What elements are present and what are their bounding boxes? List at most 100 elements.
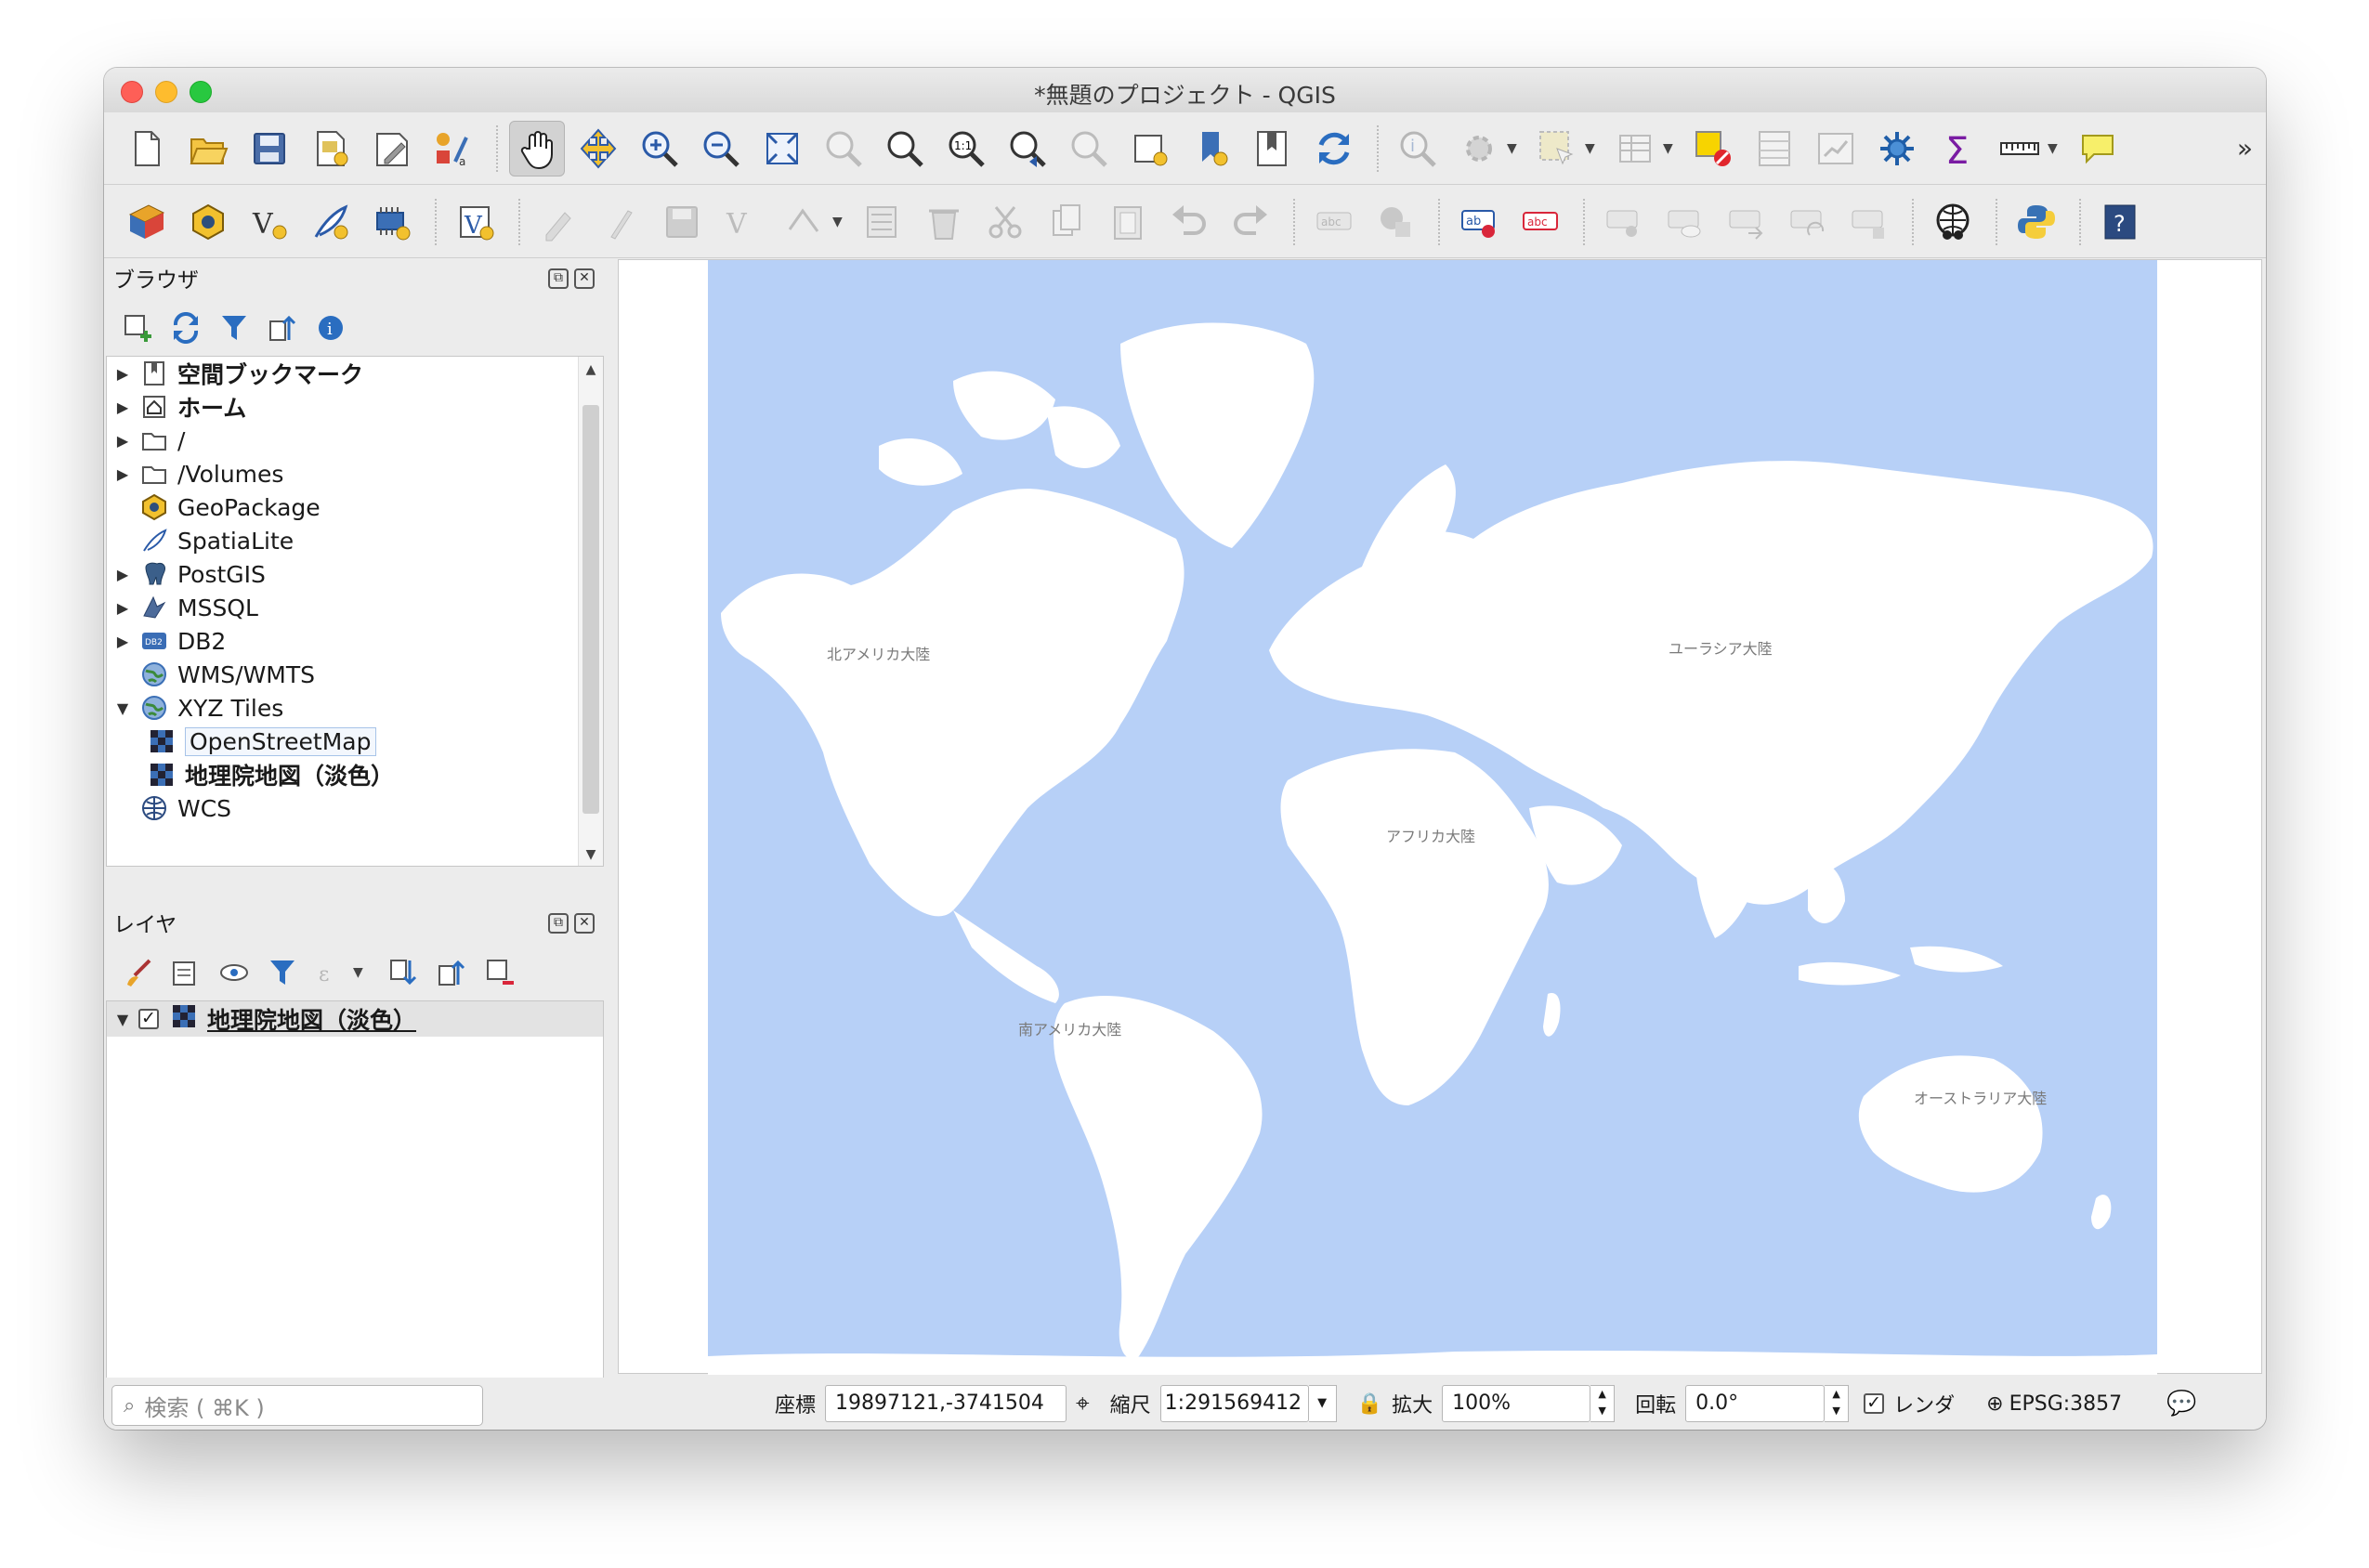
vertex-dropdown-caret[interactable]: ▼ xyxy=(832,215,845,229)
map-tips-icon[interactable] xyxy=(2070,121,2126,176)
layout-manager-icon[interactable] xyxy=(364,121,420,176)
plugin-globe-icon[interactable] xyxy=(1925,194,1981,250)
layer-visibility-checkbox[interactable]: ✓ xyxy=(138,1009,159,1029)
show-hide-labels-icon[interactable] xyxy=(1657,194,1713,250)
sum-icon[interactable]: Σ xyxy=(1931,121,1986,176)
help-icon[interactable]: ? xyxy=(2092,194,2148,250)
layer-row[interactable]: ▼ ✓ 地理院地図（淡色） xyxy=(107,1001,603,1037)
zoom-full-icon[interactable] xyxy=(754,121,810,176)
new-bookmark-icon[interactable] xyxy=(1184,121,1239,176)
rotation-field[interactable]: 0.0° xyxy=(1685,1385,1826,1422)
messages-icon[interactable]: 💬 xyxy=(2166,1390,2196,1418)
map-canvas[interactable]: 北アメリカ大陸 ユーラシア大陸 アフリカ大陸 南アメリカ大陸 オーストラリア大陸 xyxy=(618,259,2262,1375)
deselect-icon[interactable] xyxy=(1685,121,1741,176)
browser-item[interactable]: ▶ ホーム xyxy=(107,390,603,424)
new-spatialite-icon[interactable] xyxy=(303,194,359,250)
new-geopackage-icon[interactable] xyxy=(180,194,236,250)
zoom-in-icon[interactable] xyxy=(632,121,687,176)
pan-to-selection-icon[interactable] xyxy=(570,121,626,176)
action-icon[interactable] xyxy=(1451,121,1507,176)
toggle-editing-icon[interactable] xyxy=(593,194,648,250)
browser-item[interactable]: ▶ / xyxy=(107,424,603,457)
magnifier-spinner[interactable]: ▲ ▼ xyxy=(1590,1385,1616,1422)
new-memory-layer-icon[interactable] xyxy=(364,194,420,250)
processing-toolbox-icon[interactable] xyxy=(1869,121,1925,176)
expand-all-icon[interactable] xyxy=(383,952,424,993)
locator-search-input[interactable]: ⌕ 検索 ( ⌘K ) xyxy=(111,1385,483,1426)
layer-styling-icon[interactable] xyxy=(117,952,158,993)
browser-item[interactable]: WMS/WMTS xyxy=(107,658,603,691)
browser-item[interactable]: GeoPackage xyxy=(107,490,603,524)
scroll-down-arrow[interactable]: ▼ xyxy=(579,847,603,862)
browser-item[interactable]: SpatiaLite xyxy=(107,524,603,557)
redo-icon[interactable] xyxy=(1223,194,1278,250)
measure-dropdown-caret[interactable]: ▼ xyxy=(2048,141,2061,156)
add-group-icon[interactable] xyxy=(165,952,206,993)
undo-icon[interactable] xyxy=(1161,194,1217,250)
paste-icon[interactable] xyxy=(1100,194,1156,250)
add-layer-icon[interactable] xyxy=(117,307,158,348)
toggle-extents-icon[interactable]: ⌖ xyxy=(1076,1390,1090,1418)
expand-arrow-icon[interactable]: ▶ xyxy=(107,599,138,617)
label-abc-icon[interactable]: abc xyxy=(1512,194,1568,250)
open-table-icon[interactable] xyxy=(1607,121,1663,176)
crs-button[interactable]: EPSG:3857 xyxy=(2009,1392,2123,1416)
delete-selected-icon[interactable] xyxy=(916,194,972,250)
zoom-out-icon[interactable] xyxy=(693,121,749,176)
field-calculator-icon[interactable] xyxy=(1747,121,1802,176)
modify-attributes-icon[interactable] xyxy=(855,194,910,250)
pan-map-icon[interactable] xyxy=(509,120,565,176)
magnifier-field[interactable]: 100% xyxy=(1442,1385,1591,1422)
new-print-layout-icon[interactable] xyxy=(303,121,359,176)
action-dropdown-caret[interactable]: ▼ xyxy=(1507,141,1520,156)
scroll-up-arrow[interactable]: ▲ xyxy=(579,362,603,377)
expand-arrow-icon[interactable]: ▶ xyxy=(107,365,138,383)
expand-arrow-icon[interactable]: ▼ xyxy=(107,699,138,717)
add-feature-icon[interactable]: V xyxy=(715,194,771,250)
cut-icon[interactable] xyxy=(977,194,1033,250)
manage-visibility-icon[interactable] xyxy=(214,952,255,993)
scroll-thumb[interactable] xyxy=(582,405,599,814)
label-highlight-icon[interactable]: ab xyxy=(1451,194,1507,250)
select-features-icon[interactable] xyxy=(1529,121,1585,176)
browser-item[interactable]: ▼ XYZ Tiles xyxy=(107,691,603,725)
table-dropdown-caret[interactable]: ▼ xyxy=(1663,141,1676,156)
toolbar-overflow-button[interactable]: » xyxy=(2237,133,2253,163)
style-manager-icon[interactable]: a xyxy=(425,121,481,176)
crs-globe-icon[interactable]: ⊕ xyxy=(1986,1392,2003,1416)
measure-icon[interactable] xyxy=(1992,121,2048,176)
rotate-label-icon[interactable] xyxy=(1780,194,1836,250)
change-label-icon[interactable] xyxy=(1841,194,1897,250)
coordinate-field[interactable]: 19897121,-3741504 xyxy=(825,1385,1067,1422)
current-edits-icon[interactable] xyxy=(531,194,587,250)
move-label-icon[interactable] xyxy=(1719,194,1774,250)
data-source-manager-icon[interactable] xyxy=(119,194,175,250)
expand-arrow-icon[interactable]: ▶ xyxy=(107,399,138,416)
expand-arrow-icon[interactable]: ▶ xyxy=(107,633,138,650)
collapse-layers-icon[interactable] xyxy=(431,952,472,993)
new-map-view-icon[interactable] xyxy=(1122,121,1178,176)
browser-item[interactable]: ▶ MSSQL xyxy=(107,591,603,624)
open-project-icon[interactable] xyxy=(180,121,236,176)
select-dropdown-caret[interactable]: ▼ xyxy=(1585,141,1598,156)
browser-item[interactable]: ▶ /Volumes xyxy=(107,457,603,490)
python-console-icon[interactable] xyxy=(2009,194,2064,250)
scale-field[interactable]: 1:291569412 xyxy=(1159,1385,1309,1422)
label-toolbar-icon[interactable]: abc xyxy=(1306,194,1362,250)
digitize-icon[interactable]: V xyxy=(448,194,504,250)
browser-item[interactable]: ▶ 空間ブックマーク xyxy=(107,357,603,390)
float-panel-icon[interactable]: ⧉ xyxy=(548,913,569,934)
expand-arrow-icon[interactable]: ▶ xyxy=(107,465,138,483)
browser-item[interactable]: OpenStreetMap xyxy=(107,725,603,758)
new-project-icon[interactable] xyxy=(119,121,175,176)
close-panel-icon[interactable]: ✕ xyxy=(574,913,595,934)
new-shapefile-icon[interactable]: V xyxy=(242,194,297,250)
statistics-icon[interactable] xyxy=(1808,121,1864,176)
show-bookmarks-icon[interactable] xyxy=(1245,121,1301,176)
copy-icon[interactable] xyxy=(1039,194,1094,250)
float-panel-icon[interactable]: ⧉ xyxy=(548,268,569,289)
zoom-last-icon[interactable] xyxy=(1000,121,1055,176)
expand-arrow-icon[interactable]: ▶ xyxy=(107,566,138,583)
expand-arrow-icon[interactable]: ▼ xyxy=(107,1011,138,1028)
pin-labels-icon[interactable] xyxy=(1596,194,1652,250)
